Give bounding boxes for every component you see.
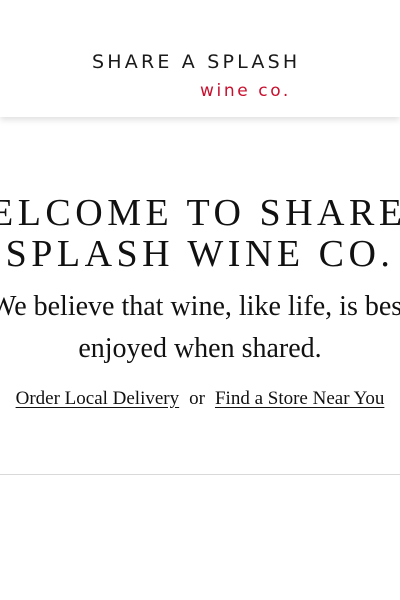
find-store-link[interactable]: Find a Store Near You [215,388,384,409]
brand-logo[interactable]: SHARE A SPLASH wine co. [92,50,312,106]
section-divider [0,474,400,475]
site-header: SHARE A SPLASH wine co. [0,0,400,117]
hero-tagline-line2: enjoyed when shared. [78,333,322,364]
hero-tagline-line1: We believe that wine, like life, is best [0,291,400,322]
cta-separator: or [189,388,205,409]
hero-section: WELCOME TO SHARE A SPLASH WINE CO. We be… [0,117,400,475]
hero-headline-line2: SPLASH WINE CO. [5,233,395,275]
hero-headline-line1: WELCOME TO SHARE A [0,192,400,234]
logo-subtext: wine co. [200,81,291,101]
order-local-delivery-link[interactable]: Order Local Delivery [16,388,180,409]
cta-row: Order Local Delivery or Find a Store Near … [0,387,400,411]
logo-wordmark: SHARE A SPLASH [92,51,301,73]
